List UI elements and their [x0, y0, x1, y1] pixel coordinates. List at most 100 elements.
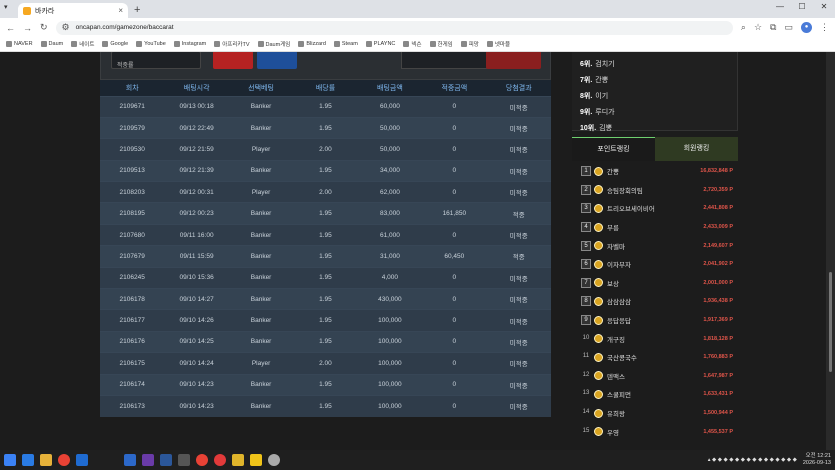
rank-user-name: 보상	[607, 280, 619, 288]
table-row: 2108203 09/12 00:31 Player 2.00 62,000 0 미적중	[100, 181, 551, 203]
scrollbar-thumb[interactable]	[829, 272, 832, 372]
chrome-icon[interactable]	[196, 454, 208, 466]
ranking-top-item[interactable]: 9위. 루디가	[580, 107, 737, 123]
bookmark-item[interactable]: Blizzard	[298, 41, 326, 47]
list-item[interactable]: 4 부릉 2,433,009 P	[572, 218, 738, 237]
close-tab-icon[interactable]: ×	[118, 6, 123, 15]
table-cell: 1.95	[293, 373, 358, 396]
tab-point-ranking[interactable]: 포인트랭킹	[572, 137, 655, 161]
bookmark-item[interactable]: Daum게임	[257, 40, 290, 48]
bet-blue-button[interactable]	[257, 52, 297, 69]
list-item[interactable]: 1 간뽕 16,832,848 P	[572, 162, 738, 181]
ie-icon[interactable]	[76, 454, 88, 466]
tab-search-icon[interactable]: ▾	[4, 3, 8, 11]
list-item[interactable]: 8 삼삼삼삼 1,936,438 P	[572, 292, 738, 311]
ranking-top-list: 6위. 검치기 7위. 간뽕 8위. 이기 9위. 루디가 10위. 김뽕	[572, 52, 738, 132]
list-item[interactable]: 7 보상 2,001,000 P	[572, 274, 738, 293]
list-item[interactable]: 2 승팀장회의팀 2,720,359 P	[572, 181, 738, 200]
page-scrollbar[interactable]	[826, 52, 835, 450]
bookmark-star-icon[interactable]: ☆	[754, 22, 762, 33]
bet-red-button[interactable]	[213, 52, 253, 69]
tab-title: 바카라	[35, 7, 55, 15]
list-item[interactable]: 3 트리오브세이비어 2,441,808 P	[572, 199, 738, 218]
kakaotalk-icon[interactable]	[250, 454, 262, 466]
site-info-icon[interactable]: ⚙	[62, 22, 70, 33]
new-tab-icon[interactable]: +	[134, 3, 140, 18]
address-bar[interactable]: ⚙ oncapan.com/gamezone/baccarat	[55, 20, 733, 35]
level-medal-icon	[594, 241, 603, 251]
rank-position: 10위.	[580, 125, 597, 132]
bookmark-item[interactable]: Steam	[333, 41, 358, 47]
ranking-top-item[interactable]: 8위. 이기	[580, 91, 737, 107]
table-row: 2106178 09/10 14:27 Banker 1.95 430,000 0 미적중	[100, 288, 551, 310]
bookmark-item[interactable]: Google	[102, 41, 128, 47]
list-item[interactable]: 9 응답응답 1,917,369 P	[572, 311, 738, 330]
bookmark-item[interactable]: PLAYNC	[365, 41, 395, 47]
tray-icons[interactable]: ▴ ◆ ◆ ◆ ◆ ◆ ◆ ◆ ◆ ◆ ◆ ◆ ◆ ◆ ◆ ◆	[708, 457, 797, 463]
clock[interactable]: 오전 12:21 2026-09-13	[803, 453, 831, 467]
bookmark-item[interactable]: Instagram	[173, 41, 206, 47]
list-item[interactable]: 5 자벨마 2,149,607 P	[572, 236, 738, 255]
accuracy-select[interactable]: 적중률	[111, 52, 201, 69]
list-item[interactable]: 13 스쿨피먼 1,633,431 P	[572, 385, 738, 404]
app-icon[interactable]	[214, 454, 226, 466]
browser-tab[interactable]: 바카라 ×	[18, 3, 128, 18]
bookmark-item[interactable]: 넷마블	[486, 40, 510, 48]
bookmark-item[interactable]: YouTube	[136, 41, 166, 47]
back-icon[interactable]: ←	[6, 23, 15, 33]
list-item[interactable]: 10 개구징 1,818,128 P	[572, 329, 738, 348]
bookmark-item[interactable]: 넥슨	[403, 40, 422, 48]
windows-start-icon[interactable]	[4, 454, 16, 466]
bookmark-item[interactable]: 피망	[460, 40, 479, 48]
list-item[interactable]: 15 우영 1,455,537 P	[572, 422, 738, 441]
word-icon[interactable]	[160, 454, 172, 466]
omnibox-bar: ← → ↻ ⚙ oncapan.com/gamezone/baccarat ⌕ …	[0, 18, 835, 37]
table-cell: 09/12 22:49	[164, 116, 229, 139]
ranking-top-item[interactable]: 7위. 간뽕	[580, 75, 737, 91]
taskview-icon[interactable]	[22, 454, 34, 466]
bet-submit-button[interactable]	[486, 52, 541, 69]
table-cell: 09/11 16:00	[164, 223, 229, 246]
list-item[interactable]: 6 이자부자 2,041,902 P	[572, 255, 738, 274]
bookmark-item[interactable]: NAVER	[6, 41, 33, 47]
list-item[interactable]: 11 국산콩국수 1,760,883 P	[572, 348, 738, 367]
ranking-top-item[interactable]: 6위. 검치기	[580, 59, 737, 75]
chrome-icon[interactable]	[58, 454, 70, 466]
bookmark-item[interactable]: Daum	[40, 41, 63, 47]
table-cell: 0	[422, 394, 487, 417]
bookmark-favicon-icon	[214, 41, 221, 47]
app-icon[interactable]	[232, 454, 244, 466]
level-medal-icon	[594, 259, 603, 269]
forward-icon[interactable]: →	[23, 23, 32, 33]
bookmark-item[interactable]: 네이트	[71, 40, 94, 48]
app-icon[interactable]	[142, 454, 154, 466]
app-icon[interactable]	[178, 454, 190, 466]
table-row: 2106245 09/10 15:36 Banker 1.95 4,000 0 미적중	[100, 266, 551, 289]
app-icon[interactable]	[268, 454, 280, 466]
extensions-icon[interactable]: ⧉	[770, 22, 776, 33]
table-cell: Player	[228, 352, 294, 375]
bookmark-item[interactable]: 아프리카TV	[214, 40, 250, 48]
file-explorer-icon[interactable]	[40, 454, 52, 466]
reload-icon[interactable]: ↻	[40, 22, 48, 33]
minimize-icon[interactable]: —	[769, 0, 791, 14]
rank-user-name: 스쿨피먼	[607, 392, 631, 400]
tab-member-ranking[interactable]: 회원랭킹	[655, 137, 738, 161]
rank-user-name: 응답응답	[607, 318, 631, 326]
table-cell: Banker	[228, 288, 294, 310]
bookmark-favicon-icon	[102, 41, 109, 47]
menu-icon[interactable]: ⋮	[820, 22, 829, 33]
url-text: oncapan.com/gamezone/baccarat	[75, 24, 174, 31]
list-item[interactable]: 12 덴맥스 1,647,987 P	[572, 367, 738, 386]
bookmark-item[interactable]: 한게임	[429, 40, 453, 48]
list-item[interactable]: 14 유희왕 1,500,944 P	[572, 404, 738, 423]
profile-avatar[interactable]: ●	[801, 22, 812, 33]
table-cell: 09/12 00:23	[164, 202, 229, 225]
maximize-icon[interactable]: ☐	[791, 0, 813, 14]
close-window-icon[interactable]: ✕	[813, 0, 835, 14]
bookmark-label: 넥슨	[411, 42, 422, 48]
sidebar-icon[interactable]: ▭	[784, 22, 793, 33]
clock-date: 2026-09-13	[802, 460, 831, 466]
app-icon[interactable]	[124, 454, 136, 466]
zoom-icon[interactable]: ⌕	[741, 22, 746, 33]
